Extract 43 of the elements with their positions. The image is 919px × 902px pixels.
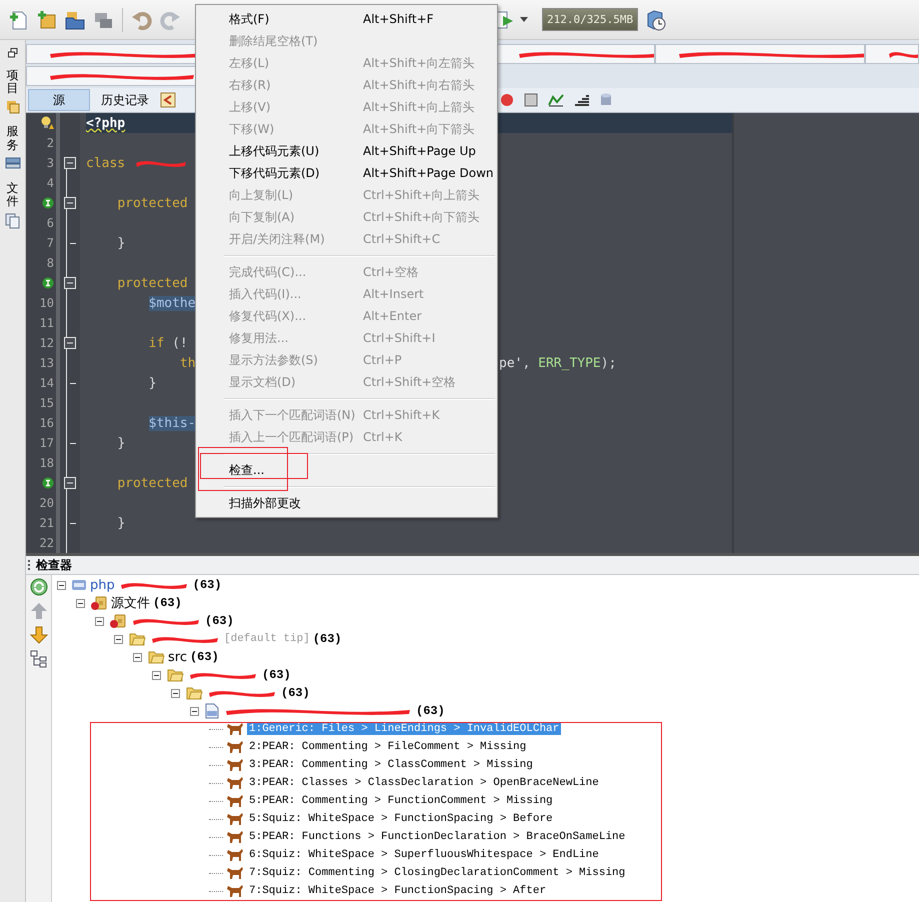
branch-note: [default tip]	[224, 633, 310, 645]
line-number: 6	[46, 216, 54, 230]
line-number: 18	[40, 456, 54, 470]
issue-count: (63)	[153, 596, 182, 610]
node-label: php	[90, 578, 115, 592]
line-number: 20	[40, 496, 54, 510]
code-line: protected	[116, 196, 188, 210]
issue-count: (63)	[205, 614, 234, 628]
line-number: 8	[46, 256, 54, 270]
code-line: protected	[116, 276, 188, 290]
code-line: }	[116, 436, 126, 450]
line-number: 10	[40, 296, 54, 310]
code-line: }	[148, 376, 156, 390]
line-number: 22	[40, 536, 54, 550]
line-number: 2	[46, 136, 54, 150]
line-number: 7	[46, 236, 54, 250]
code-line: protected	[116, 476, 188, 490]
code-line: th	[178, 356, 196, 370]
issue-count: (63)	[281, 686, 310, 700]
code-line: }	[116, 516, 126, 530]
code-line: <?php	[86, 116, 126, 130]
line-number: 15	[40, 396, 54, 410]
code-line: }	[116, 236, 126, 250]
line-number: 14	[40, 376, 54, 390]
issue-count: (63)	[262, 668, 291, 682]
issue-count: (63)	[192, 578, 222, 592]
panel-title: 检查器	[36, 556, 72, 574]
line-number: 21	[40, 516, 54, 530]
node-label: src	[168, 650, 187, 664]
issue-count: (63)	[416, 704, 445, 718]
code-line: class	[86, 156, 126, 170]
node-label: 源文件	[111, 595, 150, 612]
code-line: pe', ERR_TYPE);	[499, 356, 616, 370]
line-number: 4	[46, 176, 54, 190]
line-number: 11	[40, 316, 54, 330]
line-number: 13	[40, 356, 54, 370]
code-line: if (!	[148, 336, 188, 350]
issue-count: (63)	[190, 650, 219, 664]
line-number: 17	[40, 436, 54, 450]
issue-count: (63)	[312, 632, 342, 646]
line-number: 12	[40, 336, 54, 350]
line-number: 16	[40, 416, 54, 430]
line-number: 3	[46, 156, 54, 170]
